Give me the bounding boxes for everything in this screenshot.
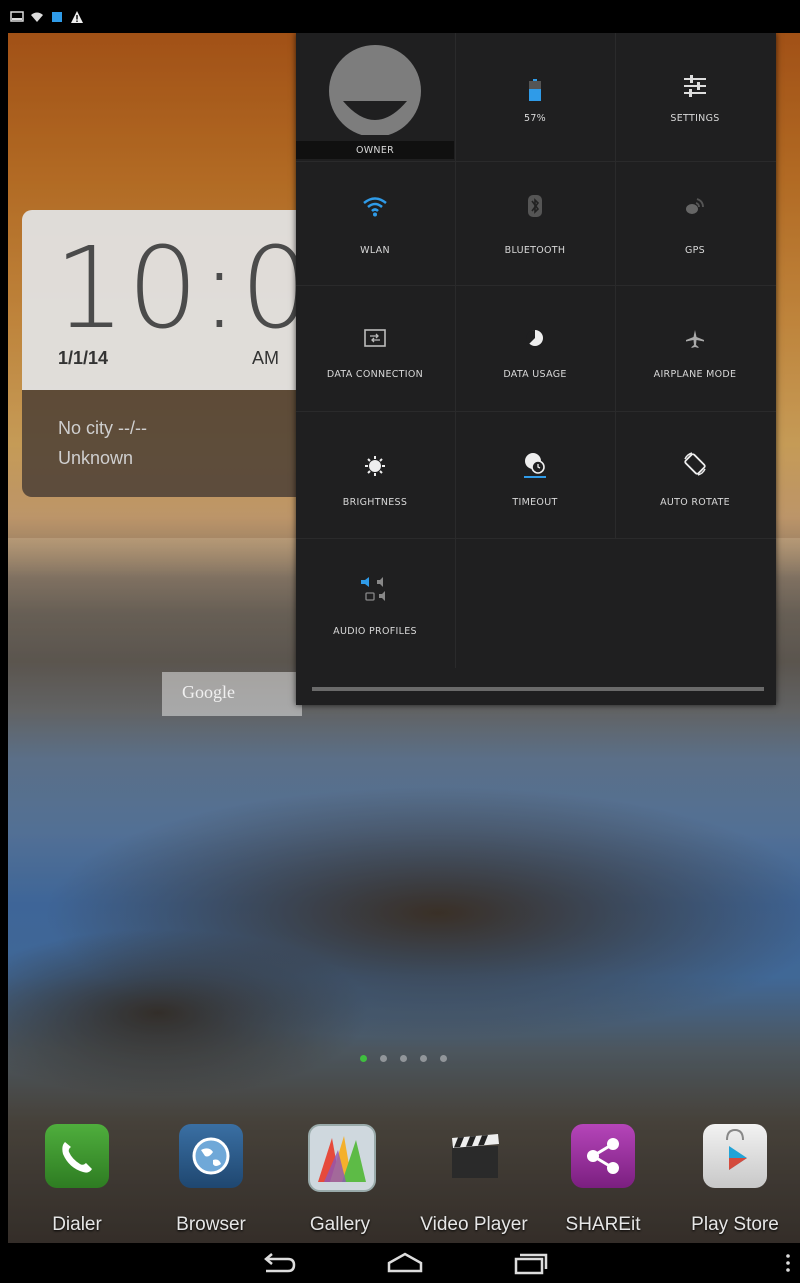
qs-label-audio-profiles: AUDIO PROFILES [333,626,417,637]
menu-icon[interactable] [784,1253,792,1273]
qs-label-data-connection: DATA CONNECTION [326,369,424,380]
page-dot [440,1055,447,1062]
clock-weather-widget[interactable]: 10:0 1/1/14 AM No city --/-- Unknown [22,210,312,497]
data-usage-icon [526,329,543,346]
clock-ampm: AM [252,348,279,368]
auto-rotate-icon [684,452,706,476]
clock-date: 1/1/14 [58,348,109,368]
bluetooth-icon [528,195,542,217]
qs-tile-owner[interactable]: OWNER [296,33,454,161]
qs-tile-battery[interactable]: 57% [456,33,614,161]
share-icon [571,1124,635,1188]
battery-icon [529,79,541,101]
wifi-icon [363,197,387,217]
gallery-icon [308,1124,376,1192]
clock-time: 10:0 [54,224,312,354]
qs-tile-auto-rotate[interactable]: AUTO ROTATE [616,411,774,538]
dock-app-dialer[interactable]: Dialer [27,1124,127,1235]
weather-city: No city --/-- [58,418,147,438]
qs-tile-data-usage[interactable]: DATA USAGE [456,285,614,411]
dock-label-video-player: Video Player [420,1214,528,1235]
screenshot-icon [10,11,24,22]
weather-status: Unknown [58,448,134,468]
notification-icon [52,12,62,22]
qs-tile-timeout[interactable]: TIMEOUT [456,411,614,538]
dock-app-shareit[interactable]: SHAREit [553,1124,653,1235]
dock-label-browser: Browser [176,1214,246,1235]
airplane-icon [686,330,704,348]
gps-satellite-icon [686,198,704,214]
panel-drag-handle[interactable] [312,687,764,691]
dock-label-gallery: Gallery [309,1214,371,1235]
back-icon[interactable] [258,1251,298,1275]
wifi-signal-icon [31,12,43,22]
qs-label-owner: OWNER [355,145,395,156]
page-dot-active [360,1055,367,1062]
dock-app-browser[interactable]: Browser [161,1124,261,1235]
timeout-icon [524,453,546,478]
user-avatar-icon [329,45,421,135]
clock-panel: 10:0 1/1/14 AM [22,210,312,390]
dock-app-video-player[interactable]: Video Player [420,1124,528,1235]
qs-label-bluetooth: BLUETOOTH [504,245,566,256]
page-dot [400,1055,407,1062]
quick-settings-panel: OWNER 57% SETTINGS WLAN BLUETOOTH GPS DA… [296,33,776,705]
navigation-bar [0,1243,800,1283]
qs-label-airplane-mode: AIRPLANE MODE [653,369,737,380]
page-dot [380,1055,387,1062]
qs-label-timeout: TIMEOUT [512,497,558,508]
qs-tile-audio-profiles[interactable]: AUDIO PROFILES [296,538,454,668]
qs-tile-airplane-mode[interactable]: AIRPLANE MODE [616,285,774,411]
dock-app-play-store[interactable]: Play Store [685,1124,785,1235]
qs-tile-data-connection[interactable]: DATA CONNECTION [296,285,454,411]
dock-app-gallery[interactable]: Gallery [290,1124,390,1235]
qs-tile-brightness[interactable]: BRIGHTNESS [296,411,454,538]
qs-label-wlan: WLAN [360,245,390,256]
qs-label-brightness: BRIGHTNESS [342,497,408,508]
data-connection-icon [364,329,386,347]
qs-tile-gps[interactable]: GPS [616,161,774,285]
dock-label-dialer: Dialer [52,1214,102,1235]
globe-icon [179,1124,243,1188]
dock-label-shareit: SHAREit [565,1214,641,1235]
phone-icon [45,1124,109,1188]
brightness-icon [365,456,385,476]
recents-icon[interactable] [510,1251,550,1275]
qs-label-gps: GPS [684,245,706,256]
audio-profiles-icon [361,577,385,601]
qs-tile-settings[interactable]: SETTINGS [616,33,774,161]
dock-label-play-store: Play Store [691,1214,779,1235]
qs-label-data-usage: DATA USAGE [503,369,567,380]
status-bar [0,0,800,33]
settings-sliders-icon [684,75,706,97]
qs-label-battery: 57% [523,113,546,124]
clapperboard-icon [442,1124,506,1188]
qs-label-auto-rotate: AUTO ROTATE [660,497,730,508]
qs-tile-wlan[interactable]: WLAN [296,161,454,285]
page-dot [420,1055,427,1062]
play-store-icon [703,1124,767,1188]
qs-label-settings: SETTINGS [670,113,720,124]
google-search-bar[interactable]: Google [162,672,302,716]
home-icon[interactable] [385,1251,425,1275]
weather-panel: No city --/-- Unknown [22,390,312,497]
qs-tile-bluetooth[interactable]: BLUETOOTH [456,161,614,285]
google-search-label: Google [182,682,235,702]
warning-icon [71,11,83,23]
